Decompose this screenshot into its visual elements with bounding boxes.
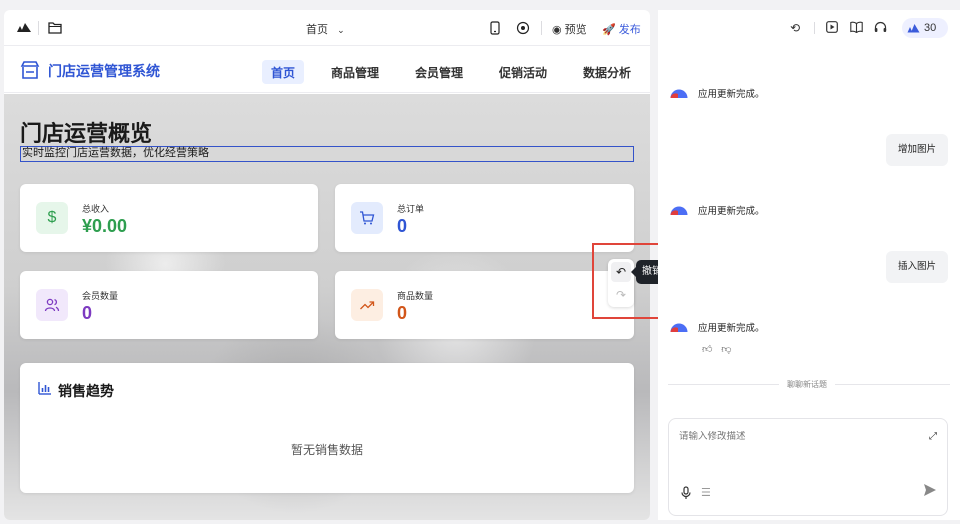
trend-up-icon bbox=[351, 289, 383, 321]
book-icon[interactable] bbox=[850, 21, 863, 33]
thumbs-up-icon[interactable]: 👍︎ bbox=[702, 344, 712, 355]
format-icon[interactable]: ☰ bbox=[701, 486, 711, 499]
stat-card-products: 商品数量 0 bbox=[335, 271, 634, 339]
history-icon[interactable]: ⟲ bbox=[790, 21, 800, 35]
undo-button[interactable]: ↶ bbox=[611, 262, 631, 282]
editor-toolbar: 首页 ⌄ ◉ 预览 🚀 发布 bbox=[4, 10, 650, 46]
user-message: 插入图片 bbox=[885, 251, 948, 283]
cart-icon bbox=[351, 202, 383, 234]
eye-icon: ◉ bbox=[552, 24, 562, 36]
sales-trend-card: 销售趋势 暂无销售数据 bbox=[20, 363, 634, 493]
mobile-view-icon[interactable] bbox=[490, 21, 500, 35]
ai-avatar-icon bbox=[670, 323, 688, 332]
stat-card-orders: 总订单 0 bbox=[335, 184, 634, 252]
chevron-down-icon: ⌄ bbox=[337, 25, 345, 35]
stat-value: 0 bbox=[397, 303, 408, 323]
app-logo-icon bbox=[17, 23, 31, 32]
stat-value: 0 bbox=[82, 303, 93, 323]
toolbar-divider bbox=[814, 22, 815, 34]
thumbs-down-icon[interactable]: 👎︎ bbox=[721, 344, 731, 355]
undo-icon: ↶ bbox=[615, 265, 627, 279]
sales-trend-title: 销售趋势 bbox=[58, 383, 114, 399]
nav-promotions[interactable]: 促销活动 bbox=[490, 60, 556, 84]
redo-button[interactable]: ↷ bbox=[611, 285, 631, 305]
credits-count: 30 bbox=[924, 22, 937, 34]
toolbar-divider bbox=[38, 21, 39, 35]
publish-button[interactable]: 🚀 发布 bbox=[602, 21, 641, 37]
stat-card-revenue: $ 总收入 ¥0.00 bbox=[20, 184, 318, 252]
page-subtitle: 实时监控门店运营数据，优化经营策略 bbox=[20, 146, 634, 162]
rocket-icon: 🚀 bbox=[602, 24, 616, 36]
publish-label: 发布 bbox=[618, 24, 641, 36]
target-icon[interactable] bbox=[516, 21, 530, 35]
chat-input-box: ⤢ ☰ bbox=[668, 418, 948, 516]
credits-badge[interactable]: 30 bbox=[902, 18, 948, 38]
expand-icon[interactable]: ⤢ bbox=[929, 431, 937, 442]
stat-value: 0 bbox=[397, 216, 408, 236]
preview-button[interactable]: ◉ 预览 bbox=[552, 21, 587, 37]
folder-icon[interactable] bbox=[48, 21, 62, 34]
page-title: 门店运营概览 bbox=[20, 121, 153, 146]
nav-analytics[interactable]: 数据分析 bbox=[574, 60, 640, 84]
credits-logo-icon bbox=[907, 24, 920, 33]
brand-title: 门店运营管理系统 bbox=[48, 63, 160, 79]
headphones-icon[interactable] bbox=[874, 21, 887, 33]
preview-label: 预览 bbox=[564, 24, 587, 36]
user-message: 增加图片 bbox=[885, 134, 948, 166]
sales-trend-empty-state: 暂无销售数据 bbox=[290, 443, 363, 457]
redo-icon: ↷ bbox=[615, 288, 627, 302]
app-navbar: 门店运营管理系统 首页 商品管理 会员管理 促销活动 数据分析 bbox=[4, 47, 650, 93]
users-icon bbox=[36, 289, 68, 321]
microphone-icon[interactable] bbox=[681, 486, 691, 500]
chat-panel: ⟲ 30 应用更新完成。 增加图片 应用更新完成。 插入图片 应用更新完成。 👍… bbox=[658, 10, 960, 520]
app-preview-window: 首页 ⌄ ◉ 预览 🚀 发布 门店运营管理系统 首页 商品管理 会员管理 促销活… bbox=[4, 10, 650, 520]
nav-products[interactable]: 商品管理 bbox=[322, 60, 388, 84]
ai-avatar-icon bbox=[670, 89, 688, 98]
store-icon bbox=[20, 61, 40, 79]
play-icon[interactable] bbox=[826, 21, 838, 33]
stat-label: 会员数量 bbox=[82, 291, 119, 301]
stat-label: 总订单 bbox=[397, 204, 425, 214]
nav-home[interactable]: 首页 bbox=[262, 60, 305, 84]
bar-chart-icon bbox=[38, 382, 51, 395]
stat-card-members: 会员数量 0 bbox=[20, 271, 318, 339]
stat-label: 商品数量 bbox=[397, 291, 434, 301]
page-selector[interactable]: 首页 ⌄ bbox=[306, 21, 345, 37]
dollar-icon: $ bbox=[36, 202, 68, 234]
stat-label: 总收入 bbox=[82, 204, 110, 214]
nav-members[interactable]: 会员管理 bbox=[406, 60, 472, 84]
new-topic-button[interactable]: 聊聊新话题 bbox=[779, 379, 835, 390]
feedback-row: 👍︎ 👎︎ bbox=[702, 343, 731, 355]
ai-message: 应用更新完成。 bbox=[698, 89, 765, 100]
ai-message: 应用更新完成。 bbox=[698, 323, 765, 334]
page-selector-label: 首页 bbox=[306, 24, 328, 36]
ai-message: 应用更新完成。 bbox=[698, 206, 765, 217]
toolbar-divider bbox=[541, 21, 542, 35]
send-icon[interactable] bbox=[923, 483, 937, 497]
stat-value: ¥0.00 bbox=[82, 216, 128, 236]
chat-input[interactable] bbox=[679, 431, 879, 442]
ai-avatar-icon bbox=[670, 206, 688, 215]
